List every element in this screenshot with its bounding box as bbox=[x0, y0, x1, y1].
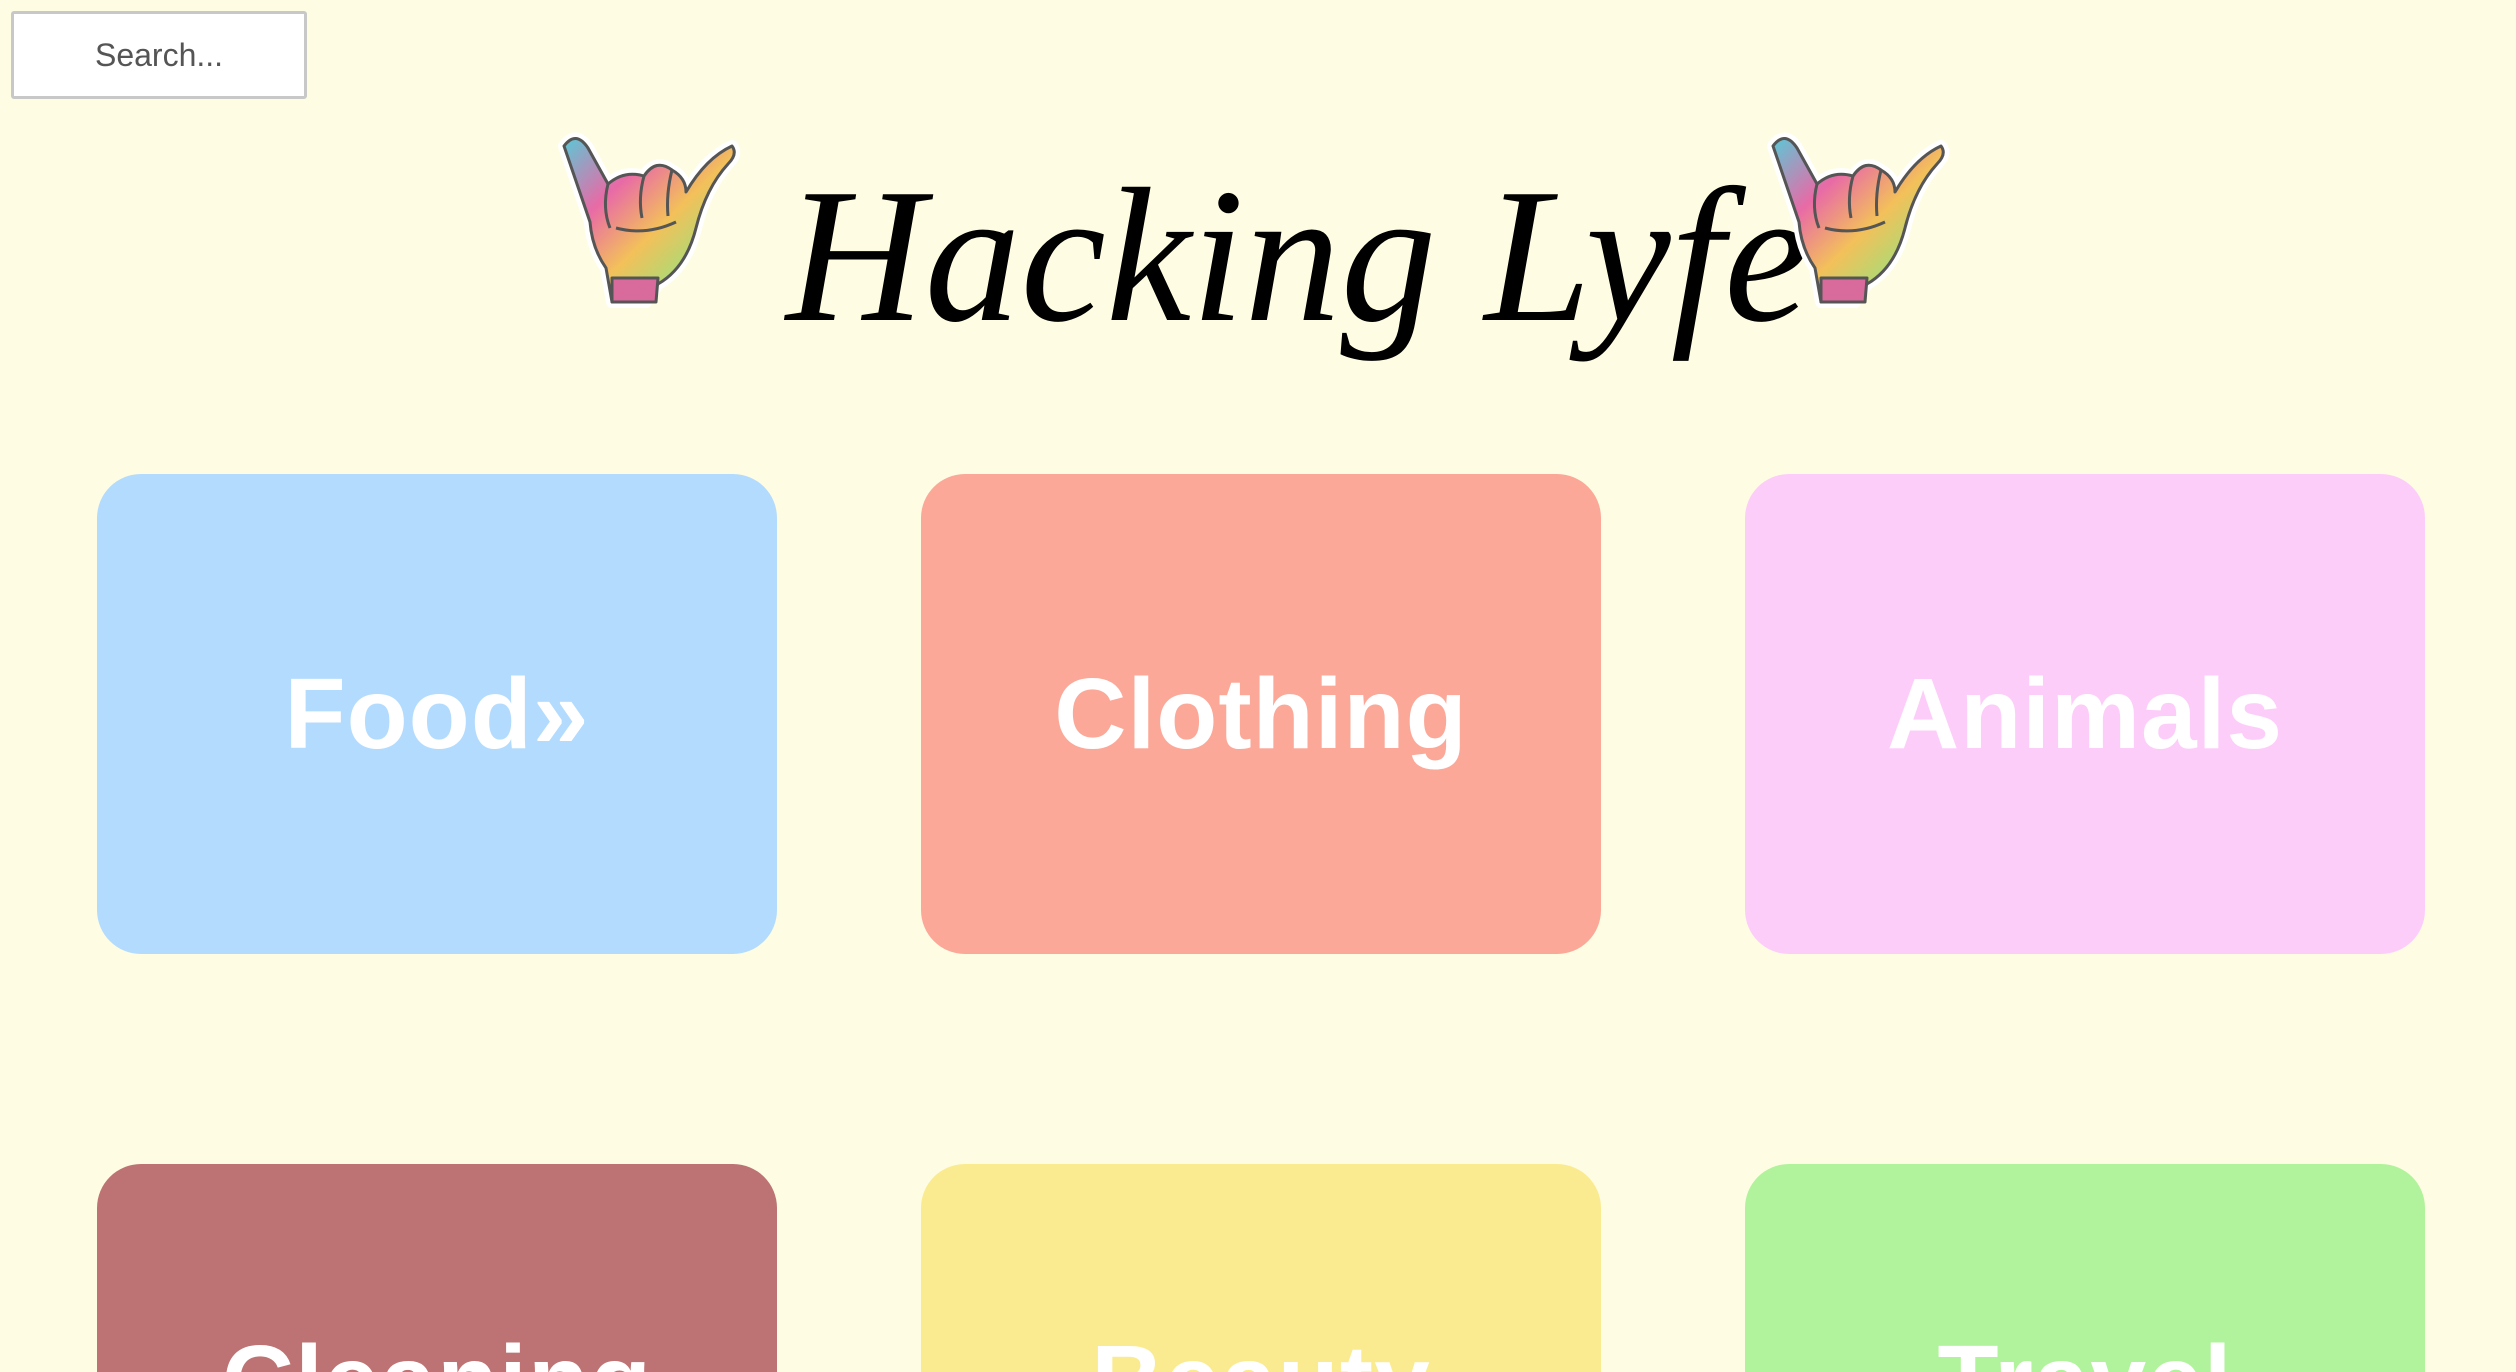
category-card-clothing[interactable]: Clothing bbox=[921, 474, 1601, 954]
category-label: Food» bbox=[284, 657, 590, 770]
category-label: Cleaning bbox=[222, 1324, 652, 1372]
category-card-cleaning[interactable]: Cleaning bbox=[97, 1164, 777, 1372]
shaka-hand-icon bbox=[558, 132, 741, 308]
shaka-hand-icon bbox=[1767, 132, 1950, 308]
site-header: Hacking Lyfe bbox=[0, 0, 2516, 420]
category-label: Beauty bbox=[1091, 1324, 1430, 1372]
category-label: Clothing bbox=[1054, 657, 1468, 770]
category-card-animals[interactable]: Animals bbox=[1745, 474, 2425, 954]
category-card-food[interactable]: Food» bbox=[97, 474, 777, 954]
site-title: Hacking Lyfe bbox=[786, 149, 1810, 362]
category-card-travel[interactable]: Travel bbox=[1745, 1164, 2425, 1372]
category-label: Travel bbox=[1937, 1324, 2232, 1372]
category-label: Animals bbox=[1886, 657, 2283, 770]
category-card-beauty[interactable]: Beauty bbox=[921, 1164, 1601, 1372]
